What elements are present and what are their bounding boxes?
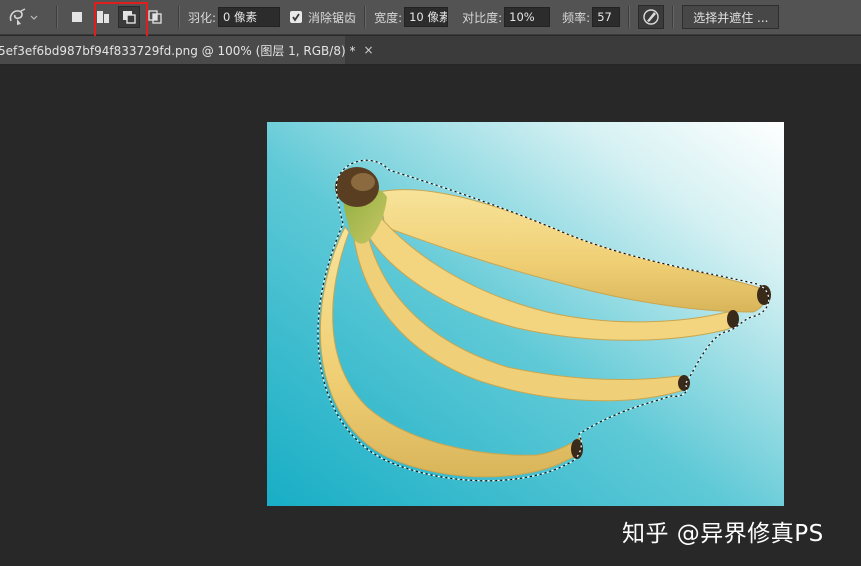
document-tab-bar: 5ef3ef6bd987bf94f833729fd.png @ 100% (图层… bbox=[0, 36, 861, 65]
contrast-input[interactable]: 10% bbox=[504, 7, 551, 27]
feather-input[interactable]: 0 像素 bbox=[218, 7, 281, 27]
feather-label: 羽化: bbox=[188, 10, 217, 25]
subtract-from-selection-icon bbox=[123, 11, 136, 24]
chevron-down-icon bbox=[30, 15, 38, 20]
separator bbox=[178, 6, 180, 28]
new-selection-icon bbox=[72, 12, 82, 22]
options-bar: 羽化: 0 像素 消除锯齿 宽度: 10 像素 对比度: 10% 频率: 57 … bbox=[0, 0, 861, 35]
pen-pressure-icon bbox=[643, 9, 659, 25]
frequency-label: 频率: bbox=[562, 10, 591, 25]
width-label: 宽度: bbox=[374, 10, 403, 25]
select-and-mask-button[interactable]: 选择并遮住 ... bbox=[682, 5, 780, 29]
tool-preset-picker[interactable] bbox=[8, 7, 48, 27]
antialias-label: 消除锯齿 bbox=[308, 10, 357, 25]
document-canvas[interactable] bbox=[267, 122, 784, 506]
pen-pressure-button[interactable] bbox=[638, 5, 665, 29]
add-to-selection-button[interactable] bbox=[92, 6, 114, 28]
separator bbox=[672, 6, 675, 28]
antialias-toggle[interactable]: 消除锯齿 bbox=[290, 9, 356, 26]
watermark-text: 知乎 @异界修真PS bbox=[622, 521, 824, 547]
intersect-selection-button[interactable] bbox=[144, 6, 166, 28]
new-selection-button[interactable] bbox=[66, 6, 88, 28]
intersect-selection-icon bbox=[148, 10, 162, 24]
document-tab[interactable]: 5ef3ef6bd987bf94f833729fd.png @ 100% (图层… bbox=[0, 36, 374, 64]
magnetic-lasso-icon bbox=[9, 8, 38, 25]
banana-image bbox=[267, 122, 784, 506]
subtract-from-selection-button[interactable] bbox=[118, 6, 140, 28]
separator bbox=[364, 6, 367, 28]
frequency-input[interactable]: 57 bbox=[592, 7, 621, 27]
add-to-selection-icon bbox=[97, 11, 109, 23]
antialias-checkbox[interactable] bbox=[290, 11, 303, 23]
separator bbox=[56, 6, 58, 28]
close-icon[interactable]: × bbox=[363, 43, 373, 57]
contrast-label: 对比度: bbox=[462, 10, 503, 25]
separator bbox=[628, 6, 631, 28]
checkmark-icon bbox=[292, 13, 300, 22]
width-input[interactable]: 10 像素 bbox=[404, 7, 449, 27]
document-tab-title: 5ef3ef6bd987bf94f833729fd.png @ 100% (图层… bbox=[0, 43, 356, 58]
